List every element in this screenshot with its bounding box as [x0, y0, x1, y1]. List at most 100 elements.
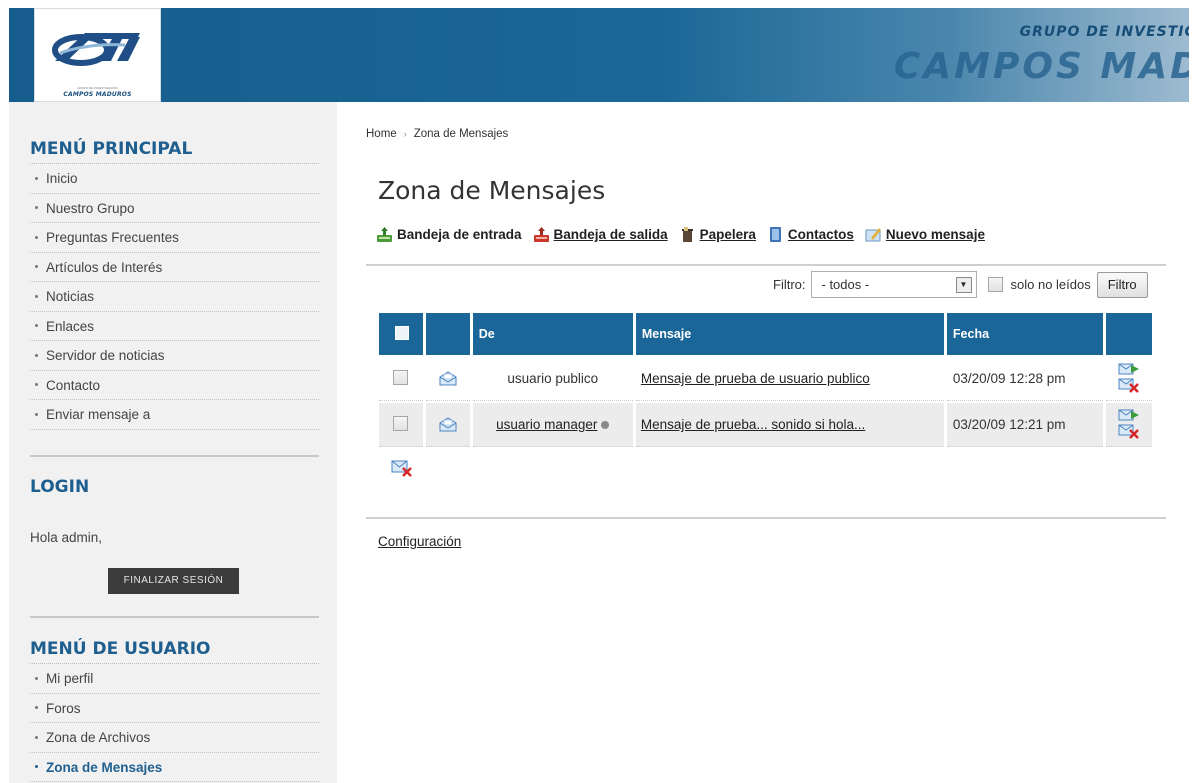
bullet-icon: [35, 676, 38, 680]
sidebar-item-contacto[interactable]: Contacto: [30, 371, 319, 400]
main-menu-title: MENÚ PRINCIPAL: [30, 134, 319, 164]
sidebar-item-articulos[interactable]: Artículos de Interés: [30, 253, 319, 282]
status-dot-icon: [601, 421, 610, 430]
sidebar-item-label: Inicio: [46, 171, 78, 186]
unread-only-checkbox[interactable]: [987, 277, 1003, 292]
trash-link[interactable]: Papelera: [679, 226, 756, 243]
column-header-message[interactable]: Mensaje: [635, 313, 944, 355]
breadcrumb: Home › Zona de Mensajes: [366, 128, 508, 140]
sidebar-divider: [30, 616, 319, 618]
sidebar-divider: [30, 455, 319, 457]
sidebar-item-inicio[interactable]: Inicio: [30, 164, 319, 194]
sidebar-item-noticias[interactable]: Noticias: [30, 282, 319, 312]
sidebar-item-label: Foros: [46, 700, 81, 716]
read-envelope-icon: [439, 371, 457, 386]
reply-delete-icons: [1118, 409, 1140, 439]
logo-subtext: GRUPO DE INVESTIGACIÓN: [77, 86, 118, 90]
delete-selected-icon[interactable]: [391, 459, 413, 479]
inbox-icon: [377, 227, 392, 242]
login-title: LOGIN: [30, 477, 90, 497]
filter-selected-value: - todos -: [821, 277, 870, 292]
select-all-checkbox[interactable]: [395, 325, 409, 340]
delete-message-icon[interactable]: [1118, 424, 1139, 439]
sidebar-item-label: Servidor de noticias: [46, 348, 165, 363]
page-title: Zona de Mensajes: [378, 176, 606, 205]
sidebar-item-mi-perfil[interactable]: Mi perfil: [30, 664, 319, 694]
filter-select[interactable]: - todos - ▼: [810, 271, 977, 298]
row-from-link[interactable]: usuario manager: [496, 417, 597, 432]
bullet-icon: [35, 324, 38, 328]
column-header-from[interactable]: De: [472, 313, 633, 355]
filter-bar: Filtro: - todos - ▼ solo no leídos Filtr…: [773, 271, 1148, 298]
sidebar-item-label: Enlaces: [46, 318, 95, 334]
row-message-link[interactable]: Mensaje de prueba de usuario publico: [641, 371, 870, 386]
table-header-row: De Mensaje Fecha: [379, 313, 1152, 355]
outbox-link[interactable]: Bandeja de salida: [533, 226, 668, 243]
select-all-cell: [379, 313, 423, 355]
bullet-icon: [35, 412, 38, 416]
reply-delete-icons: [1118, 363, 1140, 393]
row-message-cell: Mensaje de prueba... sonido si hola...: [635, 403, 944, 447]
delete-message-icon[interactable]: [1118, 378, 1139, 393]
configuration-link[interactable]: Configuración: [378, 534, 461, 549]
reply-icon[interactable]: [1118, 409, 1140, 421]
sidebar-item-servidor-noticias[interactable]: Servidor de noticias: [30, 341, 319, 371]
sidebar-item-preguntas-frecuentes[interactable]: Preguntas Frecuentes: [30, 223, 319, 253]
new-message-link[interactable]: Nuevo mensaje: [865, 226, 985, 243]
sidebar: MENÚ PRINCIPAL Inicio Nuestro Grupo Preg…: [9, 102, 337, 783]
row-date: 03/20/09 12:21 pm: [946, 403, 1104, 447]
row-from-cell: usuario manager: [472, 403, 633, 447]
sidebar-item-zona-archivos[interactable]: Zona de Archivos: [30, 723, 319, 753]
sidebar-item-enviar-mensaje[interactable]: Enviar mensaje a: [30, 400, 319, 430]
sidebar-item-label: Enviar mensaje a: [46, 407, 151, 422]
chevron-down-icon: ▼: [955, 277, 972, 293]
row-actions-cell: [1106, 403, 1152, 447]
row-actions-cell: [1106, 357, 1152, 401]
sidebar-item-label: Zona de Archivos: [46, 730, 151, 745]
read-envelope-icon: [439, 417, 457, 432]
breadcrumb-separator-icon: ›: [403, 129, 407, 139]
bullet-icon: [35, 353, 38, 357]
brand-name: CAMPOS MAD: [893, 46, 1189, 87]
sidebar-item-enlaces[interactable]: Enlaces: [30, 312, 319, 341]
toolbar-divider: [366, 264, 1166, 266]
logo-mark-icon: [52, 33, 140, 66]
row-checkbox[interactable]: [393, 415, 409, 431]
logo-text: CAMPOS MADUROS: [63, 91, 132, 98]
actions-header: [1106, 313, 1152, 355]
user-menu-title: MENÚ DE USUARIO: [30, 634, 319, 664]
contacts-link[interactable]: Contactos: [767, 226, 854, 243]
sidebar-item-label: Mi perfil: [46, 671, 94, 686]
reply-icon[interactable]: [1118, 363, 1140, 375]
sidebar-item-label: Preguntas Frecuentes: [46, 230, 179, 245]
outbox-label: Bandeja de salida: [553, 227, 668, 242]
bullet-icon: [35, 294, 38, 298]
sidebar-item-foros[interactable]: Foros: [30, 694, 319, 723]
sidebar-item-label: Nuestro Grupo: [46, 200, 135, 216]
row-checkbox[interactable]: [393, 369, 409, 385]
site-logo[interactable]: GRUPO DE INVESTIGACIÓN CAMPOS MADUROS: [34, 8, 161, 102]
brand-tagline: GRUPO DE INVESTIG: [1019, 24, 1189, 40]
sidebar-item-label: Artículos de Interés: [46, 259, 163, 275]
sidebar-item-zona-mensajes[interactable]: Zona de Mensajes: [30, 753, 319, 782]
filter-label: Filtro:: [773, 277, 806, 292]
sidebar-item-label: Zona de Mensajes: [46, 759, 163, 775]
sidebar-item-nuestro-grupo[interactable]: Nuestro Grupo: [30, 194, 319, 223]
login-section: LOGIN: [30, 472, 319, 502]
logout-button[interactable]: FINALIZAR SESIÓN: [108, 568, 239, 594]
outbox-icon: [533, 227, 549, 242]
column-header-date[interactable]: Fecha: [946, 313, 1104, 355]
user-menu: MENÚ DE USUARIO Mi perfil Foros Zona de …: [30, 634, 319, 782]
breadcrumb-home[interactable]: Home: [366, 128, 397, 140]
row-from: usuario publico: [472, 357, 633, 401]
inbox-link[interactable]: Bandeja de entrada: [376, 226, 522, 243]
address-book-icon: [769, 227, 781, 242]
content-divider: [366, 517, 1166, 519]
row-icon-cell: [425, 403, 470, 447]
inbox-label: Bandeja de entrada: [397, 227, 522, 242]
filter-button[interactable]: Filtro: [1096, 271, 1148, 298]
compose-icon: [865, 228, 881, 242]
row-message-link[interactable]: Mensaje de prueba... sonido si hola...: [641, 417, 865, 432]
bullet-icon: [35, 235, 38, 239]
row-select-cell: [379, 403, 423, 447]
